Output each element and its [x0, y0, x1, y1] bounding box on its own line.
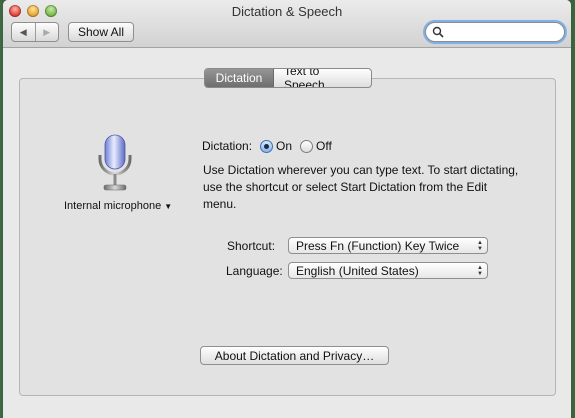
back-button[interactable]: ◀ [12, 23, 35, 41]
microphone-selector[interactable]: Internal microphone ▼ [64, 200, 172, 212]
shortcut-popup[interactable]: Press Fn (Function) Key Twice ▲ ▼ [288, 237, 488, 254]
window-title: Dictation & Speech [231, 4, 343, 19]
dictation-label: Dictation: [202, 139, 253, 153]
microphone-label: Internal microphone [64, 200, 162, 212]
dictation-on-radio[interactable] [260, 139, 274, 153]
shortcut-value: Press Fn (Function) Key Twice [296, 238, 460, 253]
chevron-down-icon: ▼ [164, 201, 173, 211]
popup-arrows-icon: ▲ ▼ [477, 264, 483, 277]
about-dictation-privacy-button[interactable]: About Dictation and Privacy… [200, 346, 389, 365]
language-popup[interactable]: English (United States) ▲ ▼ [288, 262, 488, 279]
dictation-description: Use Dictation wherever you can type text… [203, 163, 519, 211]
back-forward-control: ◀ ▶ [11, 22, 59, 42]
microphone-icon [98, 134, 132, 191]
preferences-window: Dictation & Speech ◀ ▶ Show All Dictatio… [3, 0, 571, 418]
dictation-on-label[interactable]: On [276, 139, 292, 153]
shortcut-label: Shortcut: [227, 239, 276, 253]
search-field[interactable] [425, 22, 565, 42]
show-all-button[interactable]: Show All [68, 22, 134, 42]
tab-dictation[interactable]: Dictation [205, 69, 274, 87]
title-bar: Dictation & Speech ◀ ▶ Show All [3, 0, 571, 48]
language-value: English (United States) [296, 263, 419, 278]
tab-text-to-speech[interactable]: Text to Speech [274, 69, 371, 87]
search-input[interactable] [444, 26, 544, 38]
popup-arrows-icon: ▲ ▼ [477, 239, 483, 252]
dictation-toggle-row: Dictation: On Off [202, 139, 332, 153]
forward-button[interactable]: ▶ [34, 23, 59, 41]
dictation-off-label[interactable]: Off [316, 139, 332, 153]
tab-bar: Dictation Text to Speech [204, 68, 372, 88]
dictation-off-radio[interactable] [300, 139, 314, 153]
language-label: Language: [226, 264, 283, 278]
search-icon [432, 26, 444, 38]
